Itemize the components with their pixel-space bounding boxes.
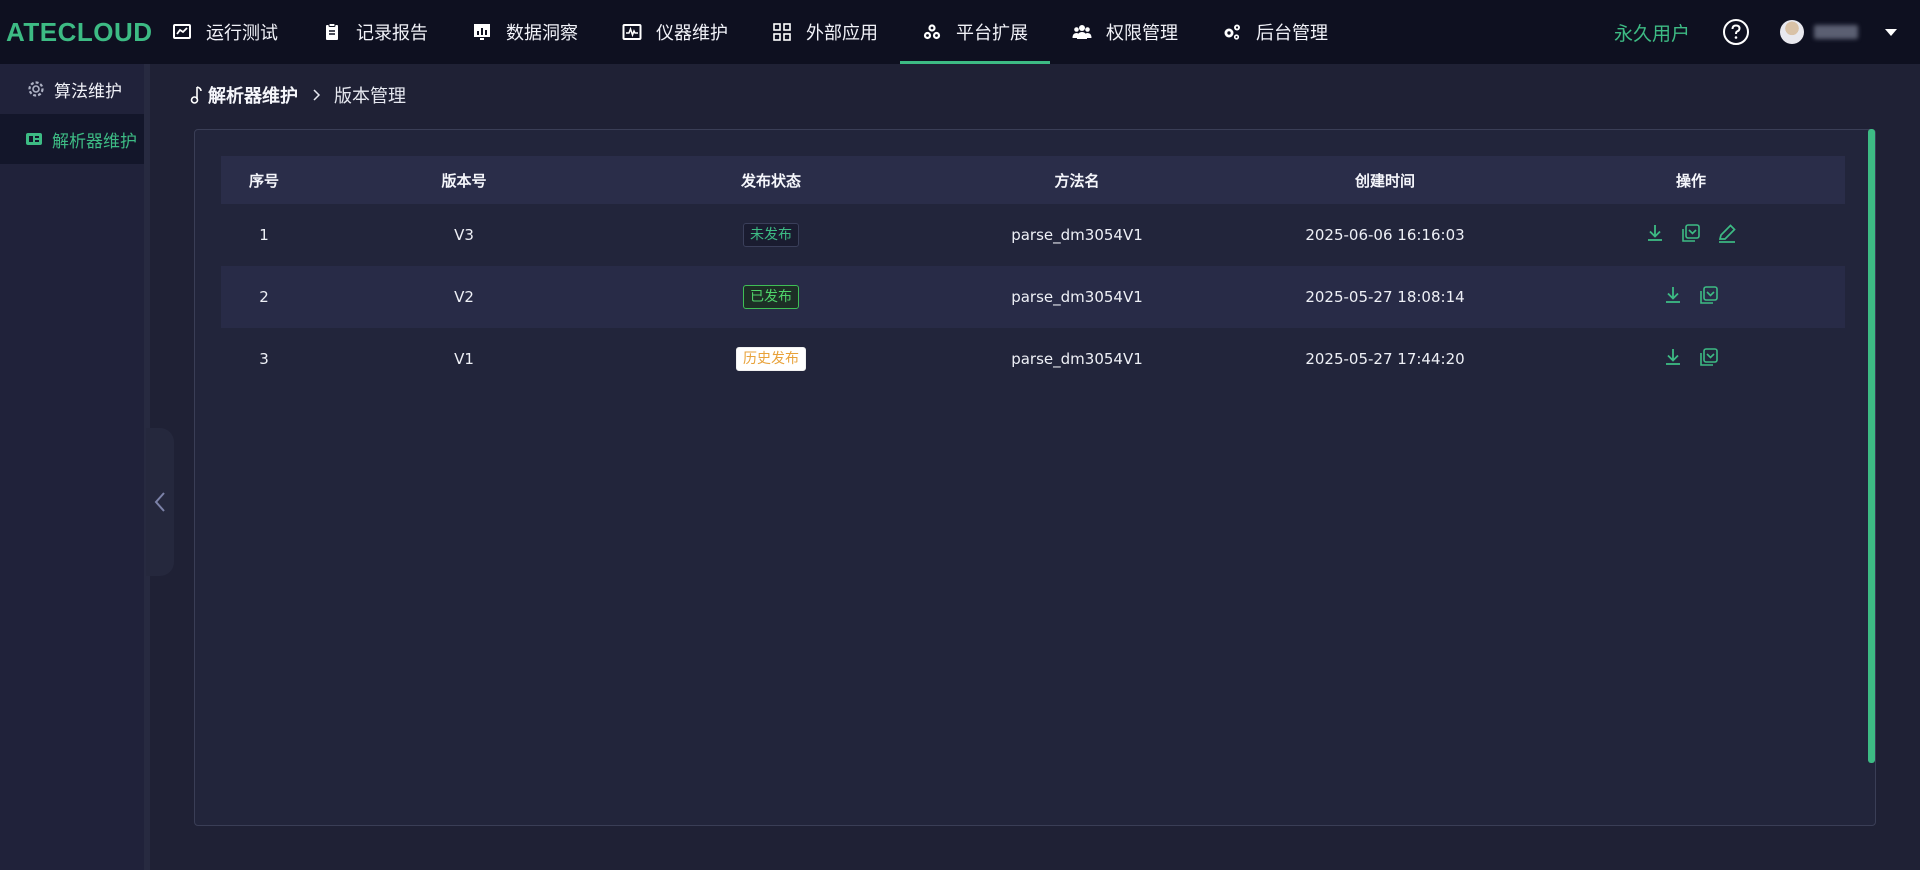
- sidebar: 算法维护 解析器维护: [0, 64, 150, 870]
- sidebar-item-label: 解析器维护: [52, 131, 137, 152]
- cell-created: 2025-06-06 16:16:03: [1305, 226, 1465, 244]
- username-redacted[interactable]: [1814, 25, 1858, 39]
- nav-item-label: 仪器维护: [656, 23, 728, 44]
- column-header: 发布状态: [740, 171, 801, 190]
- apps-grid-icon: [773, 23, 791, 41]
- chart-line-icon: [173, 24, 191, 39]
- panel-scrollbar[interactable]: [1868, 129, 1875, 763]
- download-icon[interactable]: [1662, 346, 1684, 368]
- cell-created: 2025-05-27 18:08:14: [1305, 288, 1465, 306]
- nav-item-run-test[interactable]: 运行测试: [150, 0, 300, 64]
- breadcrumb-current: 版本管理: [334, 86, 406, 107]
- nav-item-permissions[interactable]: 权限管理: [1050, 0, 1200, 64]
- breadcrumb: 解析器维护 版本管理: [188, 82, 406, 108]
- breadcrumb-root[interactable]: 解析器维护: [188, 82, 298, 108]
- chevron-right-icon: [313, 89, 321, 101]
- cell-index: 2: [259, 288, 269, 306]
- gear-icon: [28, 81, 44, 97]
- nav-item-backend[interactable]: 后台管理: [1200, 0, 1350, 64]
- breadcrumb-root-label: 解析器维护: [208, 86, 298, 107]
- note-icon: [190, 86, 202, 104]
- user-type-label: 永久用户: [1613, 22, 1690, 45]
- nav-item-platform-extension[interactable]: 平台扩展: [900, 0, 1050, 64]
- help-icon[interactable]: [1722, 18, 1750, 46]
- download-icon[interactable]: [1662, 284, 1684, 306]
- download-icon[interactable]: [1644, 222, 1666, 244]
- nav-item-label: 平台扩展: [956, 23, 1028, 44]
- app-logo[interactable]: ATECLOUD: [0, 17, 152, 48]
- publish-icon[interactable]: [1698, 346, 1720, 368]
- nav-item-data-insight[interactable]: 数据洞察: [450, 0, 600, 64]
- cell-version: V2: [454, 288, 474, 306]
- edit-icon[interactable]: [1716, 222, 1738, 244]
- nav-item-label: 权限管理: [1106, 23, 1178, 44]
- cell-version: V3: [454, 226, 474, 244]
- gears-icon: [1224, 24, 1240, 40]
- row-actions: [1644, 222, 1738, 244]
- nav-item-instrument[interactable]: 仪器维护: [600, 0, 750, 64]
- parser-icon: [26, 133, 42, 145]
- cell-method: parse_dm3054V1: [1011, 288, 1143, 306]
- nav-item-label: 数据洞察: [506, 23, 578, 44]
- sidebar-item-label: 算法维护: [54, 81, 122, 102]
- top-right-area: 永久用户: [1614, 0, 1920, 64]
- column-header: 版本号: [441, 171, 487, 190]
- oscilloscope-icon: [622, 24, 642, 40]
- cell-index: 1: [259, 226, 269, 244]
- main-nav: 运行测试 记录报告 数据洞察 仪器维护 外部应用 平台扩展 权限管理 后台管理: [150, 0, 1350, 64]
- status-badge: 历史发布: [736, 347, 806, 371]
- avatar[interactable]: [1780, 20, 1804, 44]
- nav-item-label: 运行测试: [206, 23, 278, 44]
- cell-created: 2025-05-27 17:44:20: [1305, 350, 1465, 368]
- sidebar-item-parser[interactable]: 解析器维护: [0, 114, 144, 164]
- version-panel: 序号 版本号 发布状态 方法名 创建时间 操作 1 V3 未发布 parse_d…: [194, 129, 1876, 826]
- sidebar-item-algorithm[interactable]: 算法维护: [0, 64, 144, 114]
- nav-item-report[interactable]: 记录报告: [300, 0, 450, 64]
- column-header: 方法名: [1054, 171, 1100, 190]
- row-actions: [1662, 346, 1720, 368]
- sidebar-collapse-toggle[interactable]: [146, 428, 174, 576]
- users-icon: [1072, 25, 1092, 39]
- column-header: 序号: [248, 171, 279, 190]
- publish-icon[interactable]: [1680, 222, 1702, 244]
- clipboard-icon: [326, 23, 338, 40]
- nav-item-label: 记录报告: [356, 23, 428, 44]
- cell-index: 3: [259, 350, 269, 368]
- nav-item-external-apps[interactable]: 外部应用: [750, 0, 900, 64]
- table-row: 2 V2 已发布 parse_dm3054V1 2025-05-27 18:08…: [221, 266, 1845, 328]
- cell-version: V1: [454, 350, 474, 368]
- cubes-icon: [923, 24, 941, 40]
- table-row: 3 V1 历史发布 parse_dm3054V1 2025-05-27 17:4…: [221, 328, 1845, 390]
- column-header: 操作: [1675, 171, 1706, 190]
- table-header-row: 序号 版本号 发布状态 方法名 创建时间 操作: [221, 156, 1845, 204]
- cell-method: parse_dm3054V1: [1011, 226, 1143, 244]
- column-header: 创建时间: [1354, 171, 1415, 190]
- chevron-left-icon: [154, 492, 165, 512]
- top-navbar: ATECLOUD 运行测试 记录报告 数据洞察 仪器维护 外部应用 平台扩展 权…: [0, 0, 1920, 64]
- cell-method: parse_dm3054V1: [1011, 350, 1143, 368]
- status-badge: 已发布: [743, 285, 799, 309]
- chevron-down-icon[interactable]: [1884, 27, 1898, 37]
- bar-chart-icon: [474, 24, 490, 40]
- status-badge: 未发布: [743, 223, 799, 247]
- version-table: 序号 版本号 发布状态 方法名 创建时间 操作 1 V3 未发布 parse_d…: [221, 156, 1845, 390]
- row-actions: [1662, 284, 1720, 306]
- nav-item-label: 外部应用: [806, 23, 878, 44]
- table-row: 1 V3 未发布 parse_dm3054V1 2025-06-06 16:16…: [221, 204, 1845, 266]
- publish-icon[interactable]: [1698, 284, 1720, 306]
- nav-item-label: 后台管理: [1256, 23, 1328, 44]
